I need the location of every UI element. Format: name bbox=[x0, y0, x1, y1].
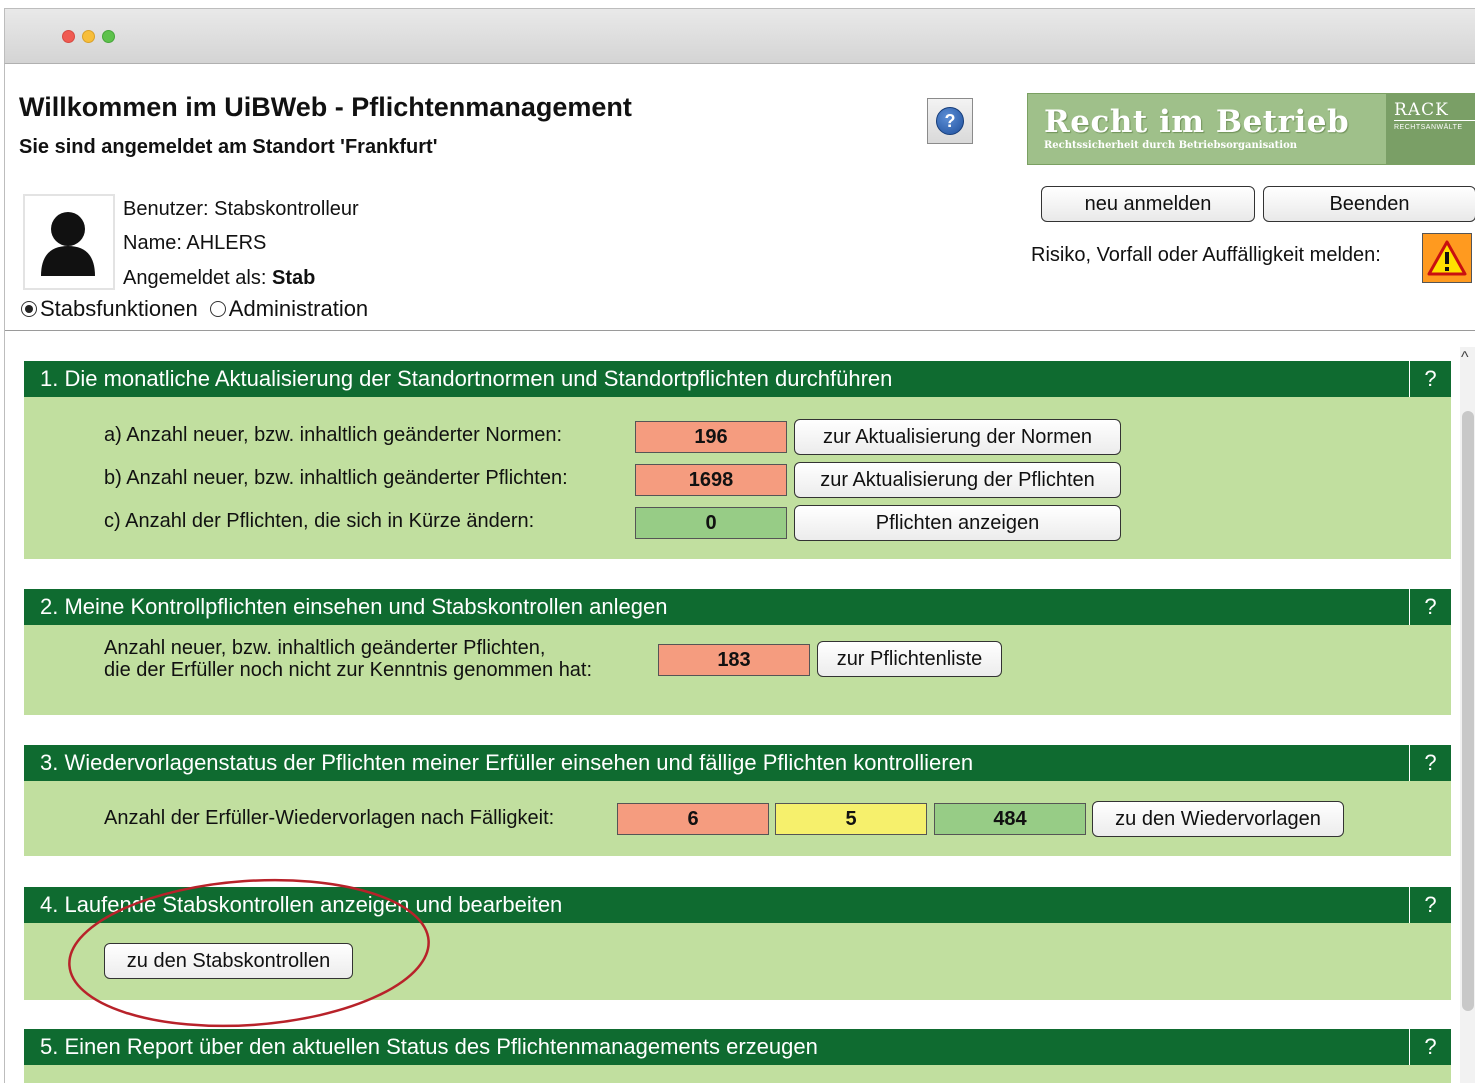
report-risk-button[interactable] bbox=[1422, 233, 1472, 283]
overdue-count-value: 6 bbox=[617, 803, 769, 835]
user-icon bbox=[41, 212, 95, 276]
resubmission-count-label: Anzahl der Erfüller-Wiedervorlagen nach … bbox=[104, 807, 555, 829]
section-help-button[interactable]: ? bbox=[1409, 745, 1451, 781]
close-window-button[interactable] bbox=[62, 30, 75, 43]
zoom-window-button[interactable] bbox=[102, 30, 115, 43]
norms-count-value: 196 bbox=[635, 421, 787, 453]
mode-option-label: Administration bbox=[228, 296, 369, 321]
section-title: 5. Einen Report über den aktuellen Statu… bbox=[40, 1034, 818, 1059]
mode-option-label: Stabsfunktionen bbox=[40, 296, 198, 321]
logo-tagline: Rechtssicherheit durch Betriebsorganisat… bbox=[1044, 140, 1298, 151]
radio-unselected-icon bbox=[209, 301, 226, 317]
resubmissions-button[interactable]: zu den Wiedervorlagen bbox=[1092, 801, 1344, 837]
update-duties-button[interactable]: zur Aktualisierung der Pflichten bbox=[794, 462, 1121, 498]
section-resubmission-status: 3. Wiedervorlagenstatus der Pflichten me… bbox=[24, 745, 1451, 856]
section-title: 3. Wiedervorlagenstatus der Pflichten me… bbox=[40, 750, 974, 775]
unacknowledged-duties-value: 183 bbox=[658, 644, 810, 676]
duty-list-button[interactable]: zur Pflichtenliste bbox=[817, 641, 1002, 677]
risk-report-label: Risiko, Vorfall oder Auffälligkeit melde… bbox=[1031, 244, 1381, 266]
label-line-2: die der Erfüller noch nicht zur Kenntnis… bbox=[104, 659, 593, 681]
section-running-controls: 4. Laufende Stabskontrollen anzeigen und… bbox=[24, 887, 1451, 1000]
warning-icon bbox=[1427, 240, 1467, 276]
section-title: 4. Laufende Stabskontrollen anzeigen und… bbox=[40, 892, 563, 917]
duties-count-value: 1698 bbox=[635, 464, 787, 496]
update-norms-button[interactable]: zur Aktualisierung der Normen bbox=[794, 419, 1121, 455]
norms-count-label: a) Anzahl neuer, bzw. inhaltlich geänder… bbox=[104, 424, 563, 446]
vertical-scrollbar[interactable]: ^ bbox=[1460, 347, 1475, 1083]
brand-subtitle: RECHTSANWÄLTE bbox=[1394, 124, 1463, 131]
section-help-button[interactable]: ? bbox=[1409, 887, 1451, 923]
section-update-norms: 1. Die monatliche Aktualisierung der Sta… bbox=[24, 361, 1451, 559]
scroll-up-icon[interactable]: ^ bbox=[1461, 349, 1469, 367]
page-content: Willkommen im UiBWeb - Pflichtenmanageme… bbox=[4, 64, 1475, 1083]
section-control-duties: 2. Meine Kontrollpflichten einsehen und … bbox=[24, 589, 1451, 715]
user-role-value: Stab bbox=[271, 267, 316, 289]
window-titlebar bbox=[4, 8, 1475, 64]
section-report: 5. Einen Report über den aktuellen Statu… bbox=[24, 1029, 1451, 1083]
help-icon: ? bbox=[936, 107, 964, 135]
section-title: 2. Meine Kontrollpflichten einsehen und … bbox=[40, 594, 668, 619]
mode-radio-group: Stabsfunktionen Administration bbox=[21, 296, 380, 322]
section-help-button[interactable]: ? bbox=[1409, 361, 1451, 397]
unacknowledged-duties-label: Anzahl neuer, bzw. inhaltlich geänderter… bbox=[104, 637, 592, 681]
user-avatar bbox=[23, 194, 115, 290]
section-title: 1. Die monatliche Aktualisierung der Sta… bbox=[40, 366, 893, 391]
user-name: Name: AHLERS bbox=[123, 232, 267, 254]
due-soon-count-value: 5 bbox=[775, 803, 927, 835]
quit-button[interactable]: Beenden bbox=[1263, 186, 1475, 222]
show-duties-button[interactable]: Pflichten anzeigen bbox=[794, 505, 1121, 541]
scrollbar-thumb[interactable] bbox=[1462, 411, 1474, 1011]
section-header: 5. Einen Report über den aktuellen Statu… bbox=[24, 1029, 1451, 1065]
section-header: 3. Wiedervorlagenstatus der Pflichten me… bbox=[24, 745, 1451, 781]
mode-radio-stabsfunktionen[interactable]: Stabsfunktionen bbox=[21, 296, 198, 322]
section-body: zu den Stabskontrollen bbox=[24, 923, 1451, 1000]
section-header: 4. Laufende Stabskontrollen anzeigen und… bbox=[24, 887, 1451, 923]
user-account: Benutzer: Stabskontrolleur bbox=[123, 198, 359, 220]
section-header: 2. Meine Kontrollpflichten einsehen und … bbox=[24, 589, 1451, 625]
brand-box: RACK RECHTSANWÄLTE bbox=[1386, 94, 1475, 164]
company-logo: Recht im Betrieb Rechtssicherheit durch … bbox=[1027, 93, 1475, 165]
label-line-1: Anzahl neuer, bzw. inhaltlich geänderter… bbox=[104, 637, 546, 659]
section-body bbox=[24, 1065, 1451, 1083]
upcoming-changes-value: 0 bbox=[635, 507, 787, 539]
brand-underline bbox=[1394, 120, 1475, 121]
minimize-window-button[interactable] bbox=[82, 30, 95, 43]
section-help-button[interactable]: ? bbox=[1409, 1029, 1451, 1065]
help-button[interactable]: ? bbox=[927, 98, 973, 144]
section-body: Anzahl der Erfüller-Wiedervorlagen nach … bbox=[24, 781, 1451, 856]
on-time-count-value: 484 bbox=[934, 803, 1086, 835]
section-body: Anzahl neuer, bzw. inhaltlich geänderter… bbox=[24, 625, 1451, 715]
user-role-prefix: Angemeldet als: bbox=[123, 267, 272, 289]
staff-controls-button[interactable]: zu den Stabskontrollen bbox=[104, 943, 353, 979]
header-divider bbox=[5, 330, 1475, 331]
brand-name: RACK bbox=[1394, 100, 1449, 120]
section-help-button[interactable]: ? bbox=[1409, 589, 1451, 625]
relogin-button[interactable]: neu anmelden bbox=[1041, 186, 1255, 222]
upcoming-changes-label: c) Anzahl der Pflichten, die sich in Kür… bbox=[104, 510, 535, 532]
section-body: a) Anzahl neuer, bzw. inhaltlich geänder… bbox=[24, 397, 1451, 559]
mode-radio-administration[interactable]: Administration bbox=[209, 296, 369, 322]
user-role: Angemeldet als: Stab bbox=[123, 267, 315, 290]
radio-selected-icon bbox=[21, 301, 37, 317]
section-header: 1. Die monatliche Aktualisierung der Sta… bbox=[24, 361, 1451, 397]
location-subtitle: Sie sind angemeldet am Standort 'Frankfu… bbox=[19, 136, 438, 158]
duties-count-label: b) Anzahl neuer, bzw. inhaltlich geänder… bbox=[104, 467, 568, 489]
logo-title: Recht im Betrieb bbox=[1044, 104, 1350, 140]
page-title: Willkommen im UiBWeb - Pflichtenmanageme… bbox=[19, 92, 632, 122]
